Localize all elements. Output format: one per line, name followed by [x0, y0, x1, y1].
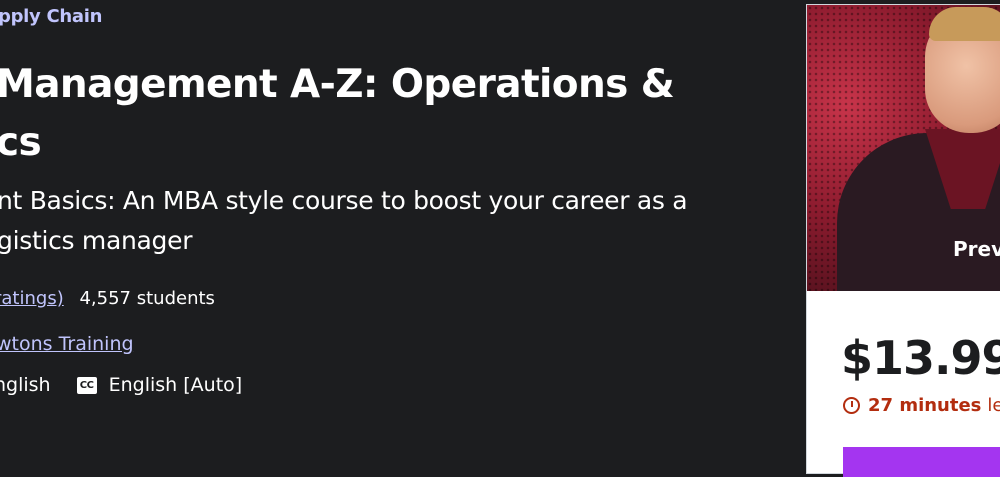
language-row: nglish CC English [Auto] — [0, 374, 242, 396]
instructor-image-hair — [929, 7, 1000, 41]
course-language: nglish — [0, 374, 51, 396]
course-price: $13.99 — [841, 331, 1000, 385]
closed-captions-icon: CC — [76, 376, 97, 394]
timer-time-left: 27 minutes — [868, 395, 982, 416]
discount-timer: 27 minutes le — [843, 395, 1000, 416]
course-preview[interactable]: Prev — [807, 5, 1000, 291]
breadcrumb-link[interactable]: pply Chain — [0, 6, 102, 27]
alarm-clock-icon — [843, 397, 860, 414]
course-creator: wtons Training — [0, 333, 134, 355]
purchase-card: Prev $13.99 27 minutes le — [806, 4, 1000, 477]
timer-label: le — [987, 395, 1000, 416]
students-count: 4,557 students — [79, 288, 215, 309]
add-to-cart-button[interactable] — [843, 447, 1000, 477]
course-subtitle-line-1: nt Basics: An MBA style course to boost … — [0, 186, 688, 215]
course-stats: ratings) 4,557 students — [0, 288, 215, 309]
course-subtitle-line-2: gistics manager — [0, 226, 193, 255]
ratings-link[interactable]: ratings) — [0, 288, 64, 309]
breadcrumb-category[interactable]: pply Chain — [0, 6, 102, 27]
preview-label[interactable]: Prev — [953, 237, 1000, 261]
course-title: Management A-Z: Operations & cs — [0, 56, 776, 172]
course-title-line-1: Management A-Z: Operations & — [0, 62, 675, 107]
course-subtitle: nt Basics: An MBA style course to boost … — [0, 181, 777, 261]
creator-link[interactable]: wtons Training — [0, 333, 134, 355]
captions-language: English [Auto] — [108, 374, 243, 396]
course-title-line-2: cs — [0, 120, 42, 165]
